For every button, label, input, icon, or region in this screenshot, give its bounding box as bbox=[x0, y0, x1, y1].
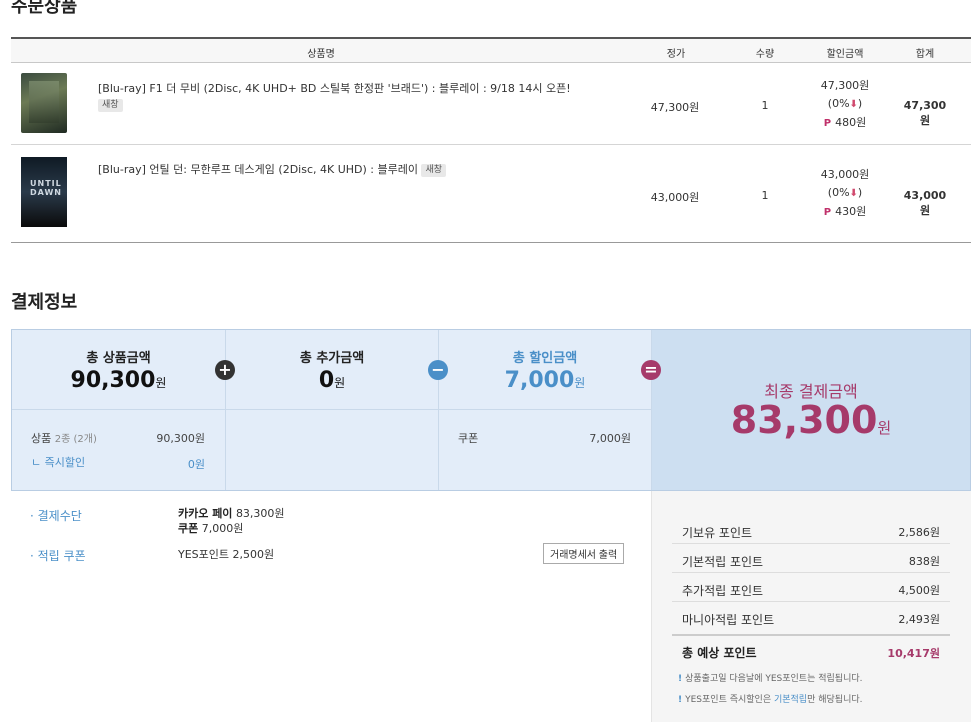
row-total: 43,000원 bbox=[903, 189, 947, 217]
down-arrow-icon: ⬇ bbox=[849, 99, 858, 110]
points-row: 마니아적립 포인트 2,493원 bbox=[682, 613, 940, 627]
table-row: UNTIL DAWN [Blu-ray] 언틸 던: 무한루프 데스게임 (2D… bbox=[11, 145, 971, 243]
final-payment-panel: 최종 결제금액 83,300원 bbox=[652, 330, 970, 490]
discount-cell: 43,000원 (0%⬇) P 430원 bbox=[821, 166, 870, 222]
total-discount-label: 총 할인금액 bbox=[512, 351, 578, 366]
point-icon: P bbox=[823, 207, 832, 218]
row-total: 47,300원 bbox=[903, 99, 947, 127]
equals-icon: = bbox=[641, 360, 661, 380]
points-row: 기보유 포인트 2,586원 bbox=[672, 516, 950, 544]
points-total: 총 예상 포인트 10,417원 bbox=[672, 634, 950, 664]
total-discount-column: 총 할인금액 7,000원 쿠폰 7,000원 bbox=[439, 330, 652, 490]
plus-icon: + bbox=[215, 360, 235, 380]
header-total: 합계 bbox=[915, 49, 935, 60]
total-products-label: 총 상품금액 bbox=[86, 351, 151, 366]
points-note: ! 상품출고일 다음날에 YES포인트는 적립됩니다. bbox=[678, 674, 863, 684]
new-window-badge[interactable]: 새창 bbox=[421, 164, 447, 177]
points-row: 추가적립 포인트 4,500원 bbox=[672, 574, 950, 602]
qty-value: 1 bbox=[761, 99, 769, 112]
header-discount: 할인금액 bbox=[826, 49, 864, 60]
minus-icon: − bbox=[428, 360, 448, 380]
product-name[interactable]: [Blu-ray] F1 더 무비 (2Disc, 4K UHD+ BD 스틸북… bbox=[98, 81, 638, 113]
table-header: 상품명 정가 수량 할인금액 합계 bbox=[11, 37, 971, 63]
discount-rate: (0%⬇) bbox=[827, 97, 863, 110]
header-product-name: 상품명 bbox=[307, 49, 335, 60]
discount-rate: (0%⬇) bbox=[827, 186, 863, 199]
points-row: 기본적립 포인트 838원 bbox=[672, 545, 950, 573]
discount-amount: 43,000원 bbox=[820, 168, 870, 181]
products-line-label: 상품 2종 (2개) bbox=[31, 432, 97, 445]
reward-coupon-label: · 적립 쿠폰 bbox=[30, 549, 86, 563]
divider bbox=[12, 409, 652, 410]
product-thumbnail[interactable]: UNTIL DAWN bbox=[21, 157, 67, 227]
payment-method-label: · 결제수단 bbox=[30, 509, 82, 523]
instant-discount-value: 0원 bbox=[187, 458, 205, 471]
final-payment-value: 83,300원 bbox=[730, 398, 892, 442]
qty-value: 1 bbox=[761, 189, 769, 202]
total-discount-value: 7,000원 bbox=[504, 368, 586, 393]
total-extra-column: 총 추가금액 0원 bbox=[226, 330, 439, 490]
coupon-value: 7,000원 bbox=[589, 432, 631, 445]
points-panel: 기보유 포인트 2,586원 기본적립 포인트 838원 추가적립 포인트 4,500… bbox=[651, 491, 971, 722]
point-earn: P 430원 bbox=[823, 205, 867, 218]
table-row: [Blu-ray] F1 더 무비 (2Disc, 4K UHD+ BD 스틸북… bbox=[11, 63, 971, 145]
product-name[interactable]: [Blu-ray] 언틸 던: 무한루프 데스게임 (2Disc, 4K UHD… bbox=[98, 162, 638, 178]
order-table: 상품명 정가 수량 할인금액 합계 [Blu-ray] F1 더 무비 (2Di… bbox=[11, 37, 971, 243]
total-products-value: 90,300원 bbox=[70, 368, 167, 393]
coupon-label: 쿠폰 bbox=[458, 432, 479, 445]
products-line-value: 90,300원 bbox=[156, 432, 205, 445]
reward-coupon-value: YES포인트 2,500원 bbox=[178, 548, 275, 561]
down-arrow-icon: ⬇ bbox=[849, 188, 858, 199]
total-extra-value: 0원 bbox=[318, 368, 346, 393]
price-value: 47,300원 bbox=[650, 101, 700, 114]
total-products-column: 총 상품금액 90,300원 상품 2종 (2개) 90,300원 ㄴ 즉시할인… bbox=[12, 330, 226, 490]
print-statement-button[interactable]: 거래명세서 출력 bbox=[543, 543, 625, 564]
thumbnail-title: UNTIL DAWN bbox=[30, 179, 62, 197]
payment-method-values: 카카오 페이 83,300원 쿠폰 7,000원 bbox=[178, 507, 285, 535]
payment-section-title: 결제정보 bbox=[11, 292, 78, 313]
payment-summary: 총 상품금액 90,300원 상품 2종 (2개) 90,300원 ㄴ 즉시할인… bbox=[11, 329, 971, 491]
discount-amount: 47,300원 bbox=[820, 79, 870, 92]
point-icon: P bbox=[823, 118, 832, 129]
new-window-badge[interactable]: 새창 bbox=[98, 99, 123, 112]
product-name-text[interactable]: [Blu-ray] 언틸 던: 무한루프 데스게임 (2Disc, 4K UHD… bbox=[98, 163, 418, 176]
price-value: 43,000원 bbox=[650, 191, 700, 204]
product-thumbnail[interactable] bbox=[21, 73, 67, 133]
product-name-text[interactable]: [Blu-ray] F1 더 무비 (2Disc, 4K UHD+ BD 스틸북… bbox=[98, 82, 571, 95]
point-earn: P 480원 bbox=[823, 116, 867, 129]
order-section-title: 주문상품 bbox=[11, 0, 78, 17]
discount-cell: 47,300원 (0%⬇) P 480원 bbox=[821, 77, 870, 133]
total-extra-label: 총 추가금액 bbox=[299, 351, 365, 366]
instant-discount-label: ㄴ 즉시할인 bbox=[31, 456, 86, 469]
points-note: ! YES포인트 즉시할인은 기본적립만 해당됩니다. bbox=[678, 695, 863, 705]
header-price: 정가 bbox=[666, 49, 686, 60]
header-qty: 수량 bbox=[755, 49, 775, 60]
